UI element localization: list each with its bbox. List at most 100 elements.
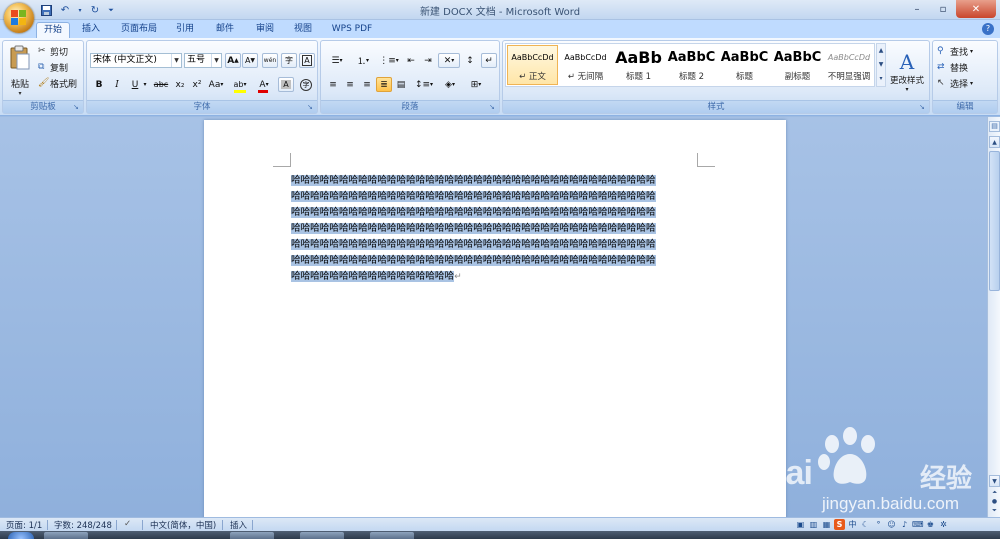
enclose-characters-button[interactable]: 字 xyxy=(281,53,297,68)
align-left-button[interactable]: ≡ xyxy=(325,77,341,92)
distributed-button[interactable]: ▤ xyxy=(393,77,409,92)
tab-references[interactable]: 引用 xyxy=(170,22,200,38)
taskbar-button[interactable] xyxy=(370,532,414,539)
tab-insert[interactable]: 插入 xyxy=(76,22,106,38)
restore-button[interactable]: ▫ xyxy=(930,0,956,18)
italic-button[interactable]: I xyxy=(109,77,125,92)
tab-home[interactable]: 开始 xyxy=(36,22,70,38)
microphone-icon[interactable]: ♪ xyxy=(899,519,910,530)
tab-review[interactable]: 审阅 xyxy=(250,22,280,38)
grow-font-button[interactable]: A ▲ xyxy=(225,53,241,68)
full-screen-reading-icon[interactable]: ▥ xyxy=(808,519,819,530)
show-hide-marks-button[interactable]: ↵ xyxy=(481,53,497,68)
document-page[interactable]: 哈哈哈哈哈哈哈哈哈哈哈哈哈哈哈哈哈哈哈哈哈哈哈哈哈哈哈哈哈哈哈哈哈哈哈哈哈哈 哈… xyxy=(204,120,786,517)
chinese-mode-icon[interactable]: 中 xyxy=(847,519,858,530)
minimize-button[interactable]: – xyxy=(904,0,930,18)
close-button[interactable]: ✕ xyxy=(956,0,996,18)
toolbox-icon[interactable]: ✲ xyxy=(938,519,949,530)
increase-indent-button[interactable]: ⇥ xyxy=(420,53,436,68)
scroll-down-icon[interactable]: ▼ xyxy=(877,58,885,72)
font-launcher-icon[interactable]: ↘ xyxy=(307,103,315,111)
moon-icon[interactable]: ☾ xyxy=(860,519,871,530)
font-family-combo[interactable]: 宋体 (中文正文) ▼ xyxy=(90,53,182,68)
copy-button[interactable]: ⧉ 复制 xyxy=(37,60,81,74)
sort-button[interactable]: ↕ xyxy=(462,53,478,68)
web-layout-icon[interactable]: ▦ xyxy=(821,519,832,530)
bullets-button[interactable]: ☰ ▾ xyxy=(325,53,349,68)
find-button[interactable]: ⚲ 查找 ▾ xyxy=(936,44,994,58)
skin-icon[interactable]: ♚ xyxy=(925,519,936,530)
page-count[interactable]: 页面: 1/1 xyxy=(6,519,42,531)
phonetic-guide-button[interactable]: wén xyxy=(262,53,278,68)
selected-text-block[interactable]: 哈哈哈哈哈哈哈哈哈哈哈哈哈哈哈哈哈哈哈哈哈哈哈哈哈哈哈哈哈哈哈哈哈哈哈哈哈哈 哈… xyxy=(291,173,697,285)
character-shading-button[interactable]: A xyxy=(278,77,294,92)
print-layout-icon[interactable]: ▣ xyxy=(795,519,806,530)
styles-launcher-icon[interactable]: ↘ xyxy=(919,103,927,111)
word-count[interactable]: 字数: 248/248 xyxy=(54,519,112,531)
sogou-ime-icon[interactable]: S xyxy=(834,519,845,530)
insert-mode[interactable]: 插入 xyxy=(230,519,247,531)
style-heading-1[interactable]: AaBb 标题 1 xyxy=(613,45,664,85)
underline-dropdown-icon[interactable]: ▾ xyxy=(141,77,149,92)
scroll-thumb[interactable] xyxy=(989,151,1000,291)
gallery-scroll[interactable]: ▲ ▼ ▾ xyxy=(876,43,886,87)
format-painter-button[interactable]: 🖌 格式刷 xyxy=(37,76,83,90)
taskbar-button[interactable] xyxy=(300,532,344,539)
font-size-combo[interactable]: 五号 ▼ xyxy=(184,53,222,68)
change-styles-button[interactable]: A 更改样式 ▾ xyxy=(888,42,926,100)
vertical-scrollbar[interactable]: ▤ ▲ ▼ ⏶ ● ⏷ xyxy=(987,117,1000,517)
highlight-button[interactable]: ab ▾ xyxy=(229,77,251,93)
bold-button[interactable]: B xyxy=(91,77,107,92)
taskbar-button[interactable] xyxy=(230,532,274,539)
clipboard-launcher-icon[interactable]: ↘ xyxy=(73,103,81,111)
style-no-spacing[interactable]: AaBbCcDd ↵ 无间隔 xyxy=(560,45,611,85)
style-title[interactable]: AaBbC 标题 xyxy=(719,45,770,85)
proofing-icon[interactable]: ✓ xyxy=(124,519,138,529)
align-center-button[interactable]: ≡ xyxy=(342,77,358,92)
office-button[interactable] xyxy=(4,3,34,33)
view-ruler-icon[interactable]: ▤ xyxy=(989,121,1000,132)
punctuation-icon[interactable]: ° xyxy=(873,519,884,530)
scroll-down-arrow[interactable]: ▼ xyxy=(989,475,1000,487)
style-normal[interactable]: AaBbCcDd ↵ 正文 xyxy=(507,45,558,85)
scroll-up-icon[interactable]: ▲ xyxy=(877,44,885,58)
shading-button[interactable]: ◈ ▾ xyxy=(439,77,461,92)
shrink-font-button[interactable]: A ▼ xyxy=(242,53,258,68)
keyboard-icon[interactable]: ⌨ xyxy=(912,519,924,530)
tab-page-layout[interactable]: 页面布局 xyxy=(116,22,162,38)
help-icon[interactable]: ? xyxy=(982,23,994,35)
select-button[interactable]: ↖ 选择 ▾ xyxy=(936,76,994,90)
enclosed-character-button[interactable]: 字 xyxy=(298,77,314,92)
language-indicator[interactable]: 中文(简体，中国) xyxy=(150,519,216,531)
align-right-button[interactable]: ≡ xyxy=(359,77,375,92)
borders-button[interactable]: ⊞ ▾ xyxy=(464,77,488,92)
line-spacing-button[interactable]: ↕≡ ▾ xyxy=(413,77,435,92)
more-styles-icon[interactable]: ▾ xyxy=(877,72,885,86)
select-browse-object-icon[interactable]: ● xyxy=(989,498,1000,506)
replace-button[interactable]: ⇄ 替换 xyxy=(936,60,994,74)
scroll-up-arrow[interactable]: ▲ xyxy=(989,136,1000,148)
chinese-layout-button[interactable]: ✕ ▾ xyxy=(438,53,460,68)
style-heading-2[interactable]: AaBbC 标题 2 xyxy=(666,45,717,85)
character-border-button[interactable]: A xyxy=(299,53,315,68)
superscript-button[interactable]: x² xyxy=(189,77,205,92)
emoji-icon[interactable]: ☺ xyxy=(886,519,897,530)
tab-mailings[interactable]: 邮件 xyxy=(210,22,240,38)
decrease-indent-button[interactable]: ⇤ xyxy=(403,53,419,68)
change-case-button[interactable]: Aa ▾ xyxy=(206,77,226,92)
strikethrough-button[interactable]: abc xyxy=(151,77,171,92)
subscript-button[interactable]: x₂ xyxy=(172,77,188,92)
multilevel-list-button[interactable]: ⋮≡ ▾ xyxy=(377,53,401,68)
numbering-button[interactable]: ⒈ ▾ xyxy=(351,53,375,68)
next-page-icon[interactable]: ⏷ xyxy=(989,507,1000,515)
style-subtitle[interactable]: AaBbC 副标题 xyxy=(772,45,823,85)
font-color-button[interactable]: A ▾ xyxy=(253,77,275,93)
paragraph-launcher-icon[interactable]: ↘ xyxy=(489,103,497,111)
style-subtle-emphasis[interactable]: AaBbCcDd 不明显强调 xyxy=(824,45,874,85)
start-button[interactable] xyxy=(8,532,34,539)
taskbar-button[interactable] xyxy=(44,532,88,539)
tab-view[interactable]: 视图 xyxy=(288,22,318,38)
previous-page-icon[interactable]: ⏶ xyxy=(989,489,1000,497)
tab-wps-pdf[interactable]: WPS PDF xyxy=(328,22,376,38)
paste-button[interactable]: 粘贴 ▾ xyxy=(6,43,34,99)
